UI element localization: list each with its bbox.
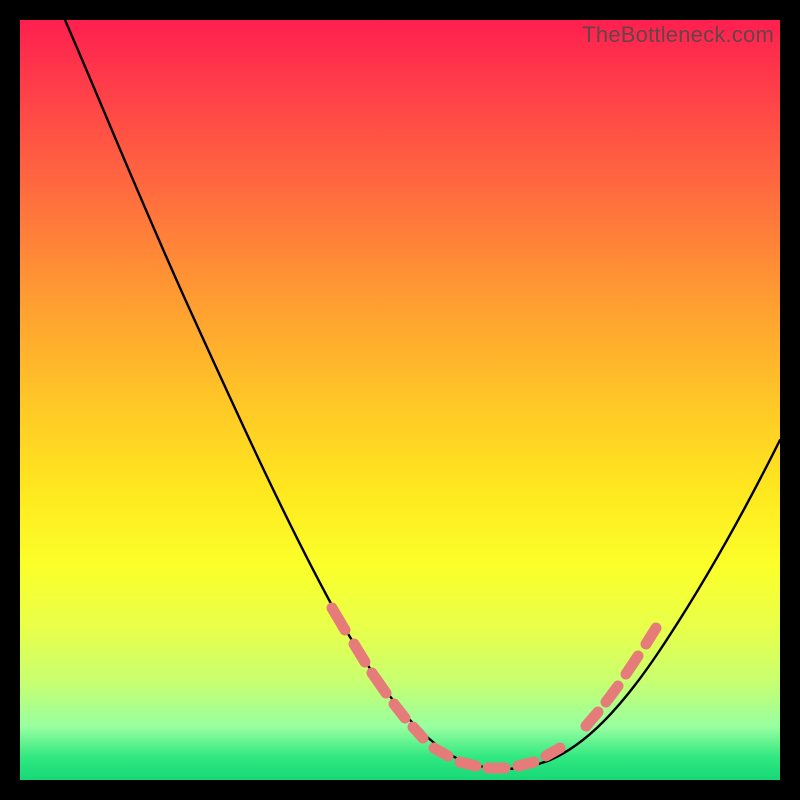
highlight-seg <box>434 748 448 756</box>
highlight-seg <box>626 656 638 674</box>
highlight-seg <box>546 748 560 756</box>
highlight-seg <box>460 762 476 766</box>
highlight-seg <box>332 608 345 630</box>
highlight-seg <box>518 762 534 766</box>
highlight-seg <box>354 644 365 662</box>
chart-svg <box>20 20 780 780</box>
highlight-group <box>332 608 656 768</box>
highlight-seg <box>372 673 386 693</box>
bottleneck-curve <box>65 20 780 769</box>
highlight-seg <box>646 628 656 644</box>
highlight-seg <box>586 712 598 726</box>
highlight-seg <box>606 686 618 702</box>
highlight-seg <box>413 727 423 738</box>
chart-frame: TheBottleneck.com <box>0 0 800 800</box>
chart-plot-area: TheBottleneck.com <box>20 20 780 780</box>
highlight-seg <box>394 704 405 718</box>
